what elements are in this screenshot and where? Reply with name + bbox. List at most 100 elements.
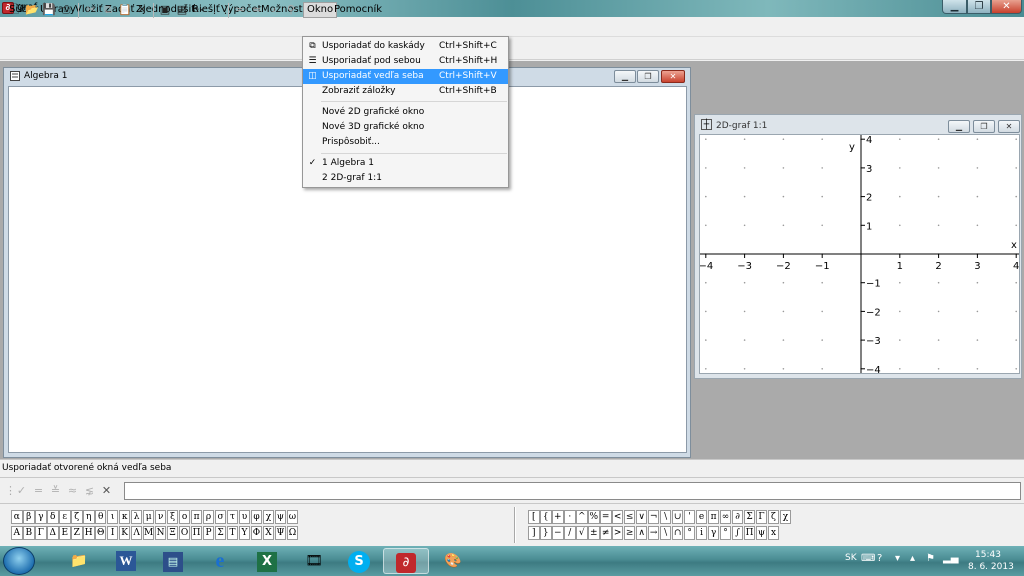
operator-symbol-button[interactable]: ]: [528, 526, 540, 540]
operator-symbol-button[interactable]: ∨: [635, 510, 648, 524]
menu-item-cascade[interactable]: ⧉ Usporiadať do kaskády Ctrl+Shift+C: [303, 39, 508, 54]
operator-symbol-button[interactable]: ζ: [767, 510, 780, 524]
operator-symbol-button[interactable]: =: [599, 510, 612, 524]
greek-symbol-button[interactable]: Β: [22, 526, 35, 540]
menu-item-new-3d-window[interactable]: Nové 3D grafické okno: [303, 120, 508, 135]
save-icon[interactable]: 💾: [42, 3, 56, 17]
solve-icon[interactable]: ⸗: [267, 3, 281, 17]
maximize-button[interactable]: ❐: [967, 0, 991, 14]
graph-close-button[interactable]: ✕: [998, 120, 1020, 133]
greek-symbol-button[interactable]: θ: [94, 510, 107, 524]
insert-text-icon[interactable]: ▤: [175, 3, 189, 17]
greek-symbol-button[interactable]: Ι: [106, 526, 119, 540]
enter-simplify-icon[interactable]: ≚: [49, 483, 62, 498]
greek-symbol-button[interactable]: α: [11, 510, 23, 524]
algebra-restore-button[interactable]: ❐: [637, 70, 659, 83]
graph-minimize-button[interactable]: ▁: [948, 120, 970, 133]
operator-symbol-button[interactable]: <: [611, 510, 624, 524]
greek-symbol-button[interactable]: Ζ: [70, 526, 83, 540]
explorer-icon[interactable]: 📁: [56, 548, 102, 574]
algebra-minimize-button[interactable]: ▁: [614, 70, 636, 83]
greek-symbol-button[interactable]: Θ: [94, 526, 107, 540]
operator-symbol-button[interactable]: %: [587, 510, 600, 524]
operator-symbol-button[interactable]: ∩: [671, 526, 684, 540]
operator-symbol-button[interactable]: ≤: [623, 510, 636, 524]
operator-symbol-button[interactable]: ±: [587, 526, 600, 540]
greek-symbol-button[interactable]: ξ: [166, 510, 179, 524]
operator-symbol-button[interactable]: }: [539, 526, 552, 540]
greek-symbol-button[interactable]: Τ: [226, 526, 239, 540]
operator-symbol-button[interactable]: °: [683, 526, 696, 540]
greek-symbol-button[interactable]: ν: [154, 510, 167, 524]
greek-symbol-button[interactable]: Ο: [178, 526, 191, 540]
greek-symbol-button[interactable]: Ψ: [274, 526, 287, 540]
word-icon[interactable]: W: [103, 548, 149, 574]
greek-symbol-button[interactable]: Γ: [34, 526, 47, 540]
operator-symbol-button[interactable]: ψ: [755, 526, 768, 540]
greek-symbol-button[interactable]: Χ: [262, 526, 275, 540]
operator-symbol-button[interactable]: Γ: [755, 510, 768, 524]
operator-symbol-button[interactable]: γ: [707, 526, 720, 540]
operator-symbol-button[interactable]: Π: [743, 526, 756, 540]
clock-time[interactable]: 15:43: [975, 550, 1001, 560]
menu-okno[interactable]: Okno: [303, 2, 338, 18]
greek-symbol-button[interactable]: ρ: [202, 510, 215, 524]
graph-restore-button[interactable]: ❐: [973, 120, 995, 133]
operator-symbol-button[interactable]: e: [695, 510, 708, 524]
operator-symbol-button[interactable]: {: [539, 510, 552, 524]
operator-symbol-button[interactable]: ¬: [647, 510, 660, 524]
greek-symbol-button[interactable]: λ: [130, 510, 143, 524]
menu-item-window-algebra[interactable]: ✓ 1 Algebra 1: [303, 156, 508, 171]
greek-symbol-button[interactable]: δ: [46, 510, 59, 524]
greek-symbol-button[interactable]: Ω: [286, 526, 299, 540]
start-button[interactable]: [3, 547, 35, 575]
greek-symbol-button[interactable]: σ: [214, 510, 227, 524]
graph-plot-area[interactable]: −4 −3 −2 −1 1 2 3 4 4 3 2 1 −1 −2 −3 −4 x y: [699, 134, 1020, 374]
operator-symbol-button[interactable]: °: [719, 526, 732, 540]
greek-symbol-button[interactable]: υ: [238, 510, 251, 524]
greek-symbol-button[interactable]: Λ: [130, 526, 143, 540]
greek-symbol-button[interactable]: π: [190, 510, 203, 524]
operator-symbol-button[interactable]: [: [528, 510, 540, 524]
menu-item-show-tabs[interactable]: Zobraziť záložky Ctrl+Shift+B: [303, 84, 508, 99]
open-folder-icon[interactable]: 📂: [25, 3, 39, 17]
insert-expression-icon[interactable]: ▣: [158, 3, 172, 17]
greek-symbol-button[interactable]: Ξ: [166, 526, 179, 540]
greek-symbol-button[interactable]: Ν: [154, 526, 167, 540]
print-icon[interactable]: ⎙: [59, 3, 73, 17]
paste-icon[interactable]: 📋: [118, 3, 132, 17]
help-icon[interactable]: ?: [877, 553, 882, 564]
operator-symbol-button[interactable]: ^: [575, 510, 588, 524]
operator-symbol-button[interactable]: ∫: [731, 526, 744, 540]
greek-symbol-button[interactable]: γ: [34, 510, 47, 524]
greek-symbol-button[interactable]: η: [82, 510, 95, 524]
skype-icon[interactable]: S: [336, 548, 382, 574]
signal-icon[interactable]: ▂▄: [943, 553, 958, 564]
approx-icon[interactable]: ≈: [250, 3, 264, 17]
keyboard-icon[interactable]: ⌨: [861, 553, 875, 564]
operator-symbol-button[interactable]: \: [659, 526, 672, 540]
greek-symbol-button[interactable]: Μ: [142, 526, 155, 540]
paint-icon[interactable]: 🎨: [430, 548, 476, 574]
chevron-down-icon[interactable]: ▾: [895, 553, 900, 564]
operator-symbol-button[interactable]: /: [563, 526, 576, 540]
insert-matrix-icon[interactable]: ⋮⋮: [209, 3, 231, 17]
operator-symbol-button[interactable]: ': [683, 510, 696, 524]
greek-symbol-button[interactable]: ο: [178, 510, 191, 524]
equals-icon[interactable]: =: [233, 3, 247, 17]
cut-icon[interactable]: ✂: [84, 3, 98, 17]
new-file-icon[interactable]: 🗋: [8, 3, 22, 17]
greek-symbol-button[interactable]: Φ: [250, 526, 263, 540]
delete-icon[interactable]: ✕: [135, 3, 149, 17]
greek-symbol-button[interactable]: ζ: [70, 510, 83, 524]
save-icon[interactable]: ▤: [150, 548, 196, 574]
greek-symbol-button[interactable]: Υ: [238, 526, 251, 540]
operator-symbol-button[interactable]: Σ: [743, 510, 756, 524]
operator-symbol-button[interactable]: ∪: [671, 510, 684, 524]
menu-pomocnik[interactable]: Pomocník: [334, 4, 382, 15]
show-hidden-icons-icon[interactable]: ▴: [910, 553, 915, 564]
enter-approximate-icon[interactable]: ⋦: [83, 483, 96, 498]
greek-symbol-button[interactable]: ε: [58, 510, 71, 524]
menu-item-tile-horizontal[interactable]: ☰ Usporiadať pod sebou Ctrl+Shift+H: [303, 54, 508, 69]
expression-input[interactable]: [124, 482, 1021, 500]
